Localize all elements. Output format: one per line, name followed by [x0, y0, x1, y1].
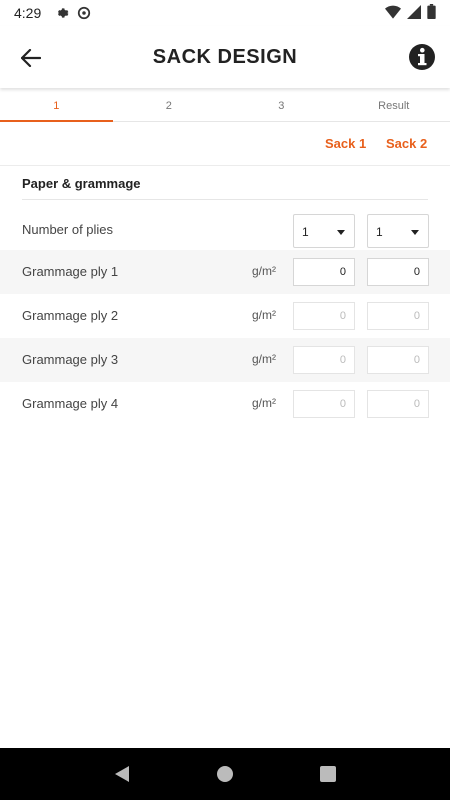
sack-1-grammage-ply-1-input[interactable]: 0	[293, 258, 355, 286]
sack-2-grammage-ply-4-input[interactable]: 0	[367, 390, 429, 418]
sack-1-grammage-ply-2-input[interactable]: 0	[293, 302, 355, 330]
status-time: 4:29	[14, 5, 42, 21]
plies-row: Number of plies 1 1	[0, 206, 450, 250]
grammage-ply-2-row: Grammage ply 2 g/m² 0 0	[0, 294, 450, 338]
dropdown-arrow-icon	[337, 230, 345, 235]
sack-2-grammage-ply-1-input[interactable]: 0	[367, 258, 429, 286]
step-tabs: 1 2 3 Result	[0, 92, 450, 122]
grammage-ply-3-label: Grammage ply 3	[22, 352, 119, 367]
sack-2-grammage-ply-2-input[interactable]: 0	[367, 302, 429, 330]
sack-1-plies-select[interactable]: 1	[293, 214, 355, 248]
grammage-ply-4-unit: g/m²	[252, 396, 276, 410]
page-title: SACK DESIGN	[152, 45, 298, 68]
status-bar: 4:29	[0, 0, 450, 26]
tab-step-2[interactable]: 2	[113, 92, 226, 121]
nav-back-button[interactable]	[107, 759, 137, 789]
grammage-ply-2-label: Grammage ply 2	[22, 308, 119, 323]
gear-icon	[55, 6, 69, 20]
section-title: Paper & grammage	[22, 176, 141, 191]
wifi-icon	[385, 5, 401, 22]
status-right-icons	[385, 4, 436, 22]
tab-result[interactable]: Result	[338, 92, 450, 121]
nav-recents-button[interactable]	[313, 759, 343, 789]
arrow-left-icon	[21, 49, 41, 67]
sack-1-grammage-ply-3-input[interactable]: 0	[293, 346, 355, 374]
back-triangle-icon	[114, 766, 129, 782]
home-circle-icon	[216, 766, 233, 782]
sack-1-plies-value: 1	[302, 225, 309, 239]
info-button[interactable]	[408, 43, 436, 71]
battery-icon	[427, 4, 436, 22]
signal-icon	[407, 4, 421, 22]
grammage-ply-1-unit: g/m²	[252, 264, 276, 278]
sack-2-grammage-ply-3-input[interactable]: 0	[367, 346, 429, 374]
plies-label: Number of plies	[22, 222, 114, 237]
nav-home-button[interactable]	[210, 759, 240, 789]
system-nav-bar	[0, 748, 450, 800]
grammage-ply-4-row: Grammage ply 4 g/m² 0 0	[0, 382, 450, 426]
grammage-ply-3-unit: g/m²	[252, 352, 276, 366]
back-button[interactable]	[18, 45, 44, 71]
grammage-ply-4-label: Grammage ply 4	[22, 396, 119, 411]
sack-1-column-label[interactable]: Sack 1	[325, 136, 366, 151]
tab-step-3[interactable]: 3	[225, 92, 338, 121]
sack-header: Sack 1 Sack 2	[0, 122, 450, 166]
sack-1-grammage-ply-4-input[interactable]: 0	[293, 390, 355, 418]
sack-2-column-label[interactable]: Sack 2	[386, 136, 427, 151]
grammage-ply-3-row: Grammage ply 3 g/m² 0 0	[0, 338, 450, 382]
grammage-ply-1-row: Grammage ply 1 g/m² 0 0	[0, 250, 450, 294]
sack-2-plies-select[interactable]: 1	[367, 214, 429, 248]
grammage-ply-2-unit: g/m²	[252, 308, 276, 322]
recents-square-icon	[320, 766, 337, 782]
section-divider	[22, 199, 428, 200]
app-bar: SACK DESIGN	[0, 26, 450, 88]
at-sign-icon	[77, 6, 91, 20]
info-icon	[409, 44, 435, 70]
grammage-ply-1-label: Grammage ply 1	[22, 264, 119, 279]
dropdown-arrow-icon	[411, 230, 419, 235]
tab-step-1[interactable]: 1	[0, 92, 113, 122]
sack-2-plies-value: 1	[376, 225, 383, 239]
